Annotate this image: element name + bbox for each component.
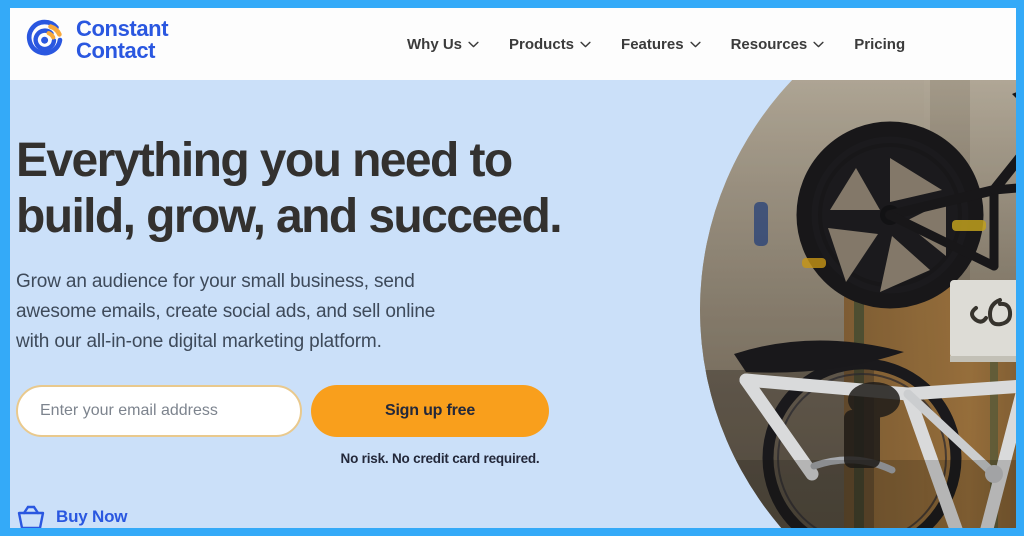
main-navigation: Why Us Products Features Resources Prici… bbox=[392, 32, 920, 57]
buy-now-cta[interactable]: Buy Now bbox=[16, 504, 128, 528]
nav-item-label: Pricing bbox=[854, 36, 906, 53]
nav-item-products[interactable]: Products bbox=[494, 32, 606, 57]
nav-item-resources[interactable]: Resources bbox=[716, 32, 840, 57]
logo-wordmark: Constant Contact bbox=[76, 16, 169, 64]
subheadline-line-2: awesome emails, create social ads, and s… bbox=[16, 300, 436, 322]
nav-item-label: Why Us bbox=[407, 36, 463, 53]
logo-wordmark-line1: Constant bbox=[76, 16, 169, 41]
chevron-down-icon bbox=[468, 41, 479, 48]
headline-line-2: build, grow, and succeed. bbox=[16, 190, 563, 244]
page-title: Everything you need to build, grow, and … bbox=[16, 133, 696, 245]
hero-section: Everything you need to build, grow, and … bbox=[10, 80, 1016, 528]
buy-now-label: Buy Now bbox=[56, 507, 128, 526]
hero-subheadline: Grow an audience for your small business… bbox=[16, 267, 696, 356]
logo[interactable]: Constant Contact bbox=[23, 16, 169, 64]
nav-item-label: Products bbox=[509, 36, 575, 53]
nav-item-features[interactable]: Features bbox=[606, 32, 716, 57]
signup-disclaimer: No risk. No credit card required. bbox=[340, 451, 540, 467]
signup-free-button[interactable]: Sign up free bbox=[311, 385, 549, 438]
hero-image bbox=[700, 80, 1016, 528]
subheadline-line-3: with our all-in-one digital marketing pl… bbox=[16, 330, 382, 352]
constant-contact-swirl-icon bbox=[26, 20, 63, 56]
page-content: Constant Contact Why Us Products Feature… bbox=[10, 8, 1016, 528]
signup-form: Sign up free bbox=[16, 385, 696, 438]
nav-item-label: Resources bbox=[730, 36, 808, 53]
nav-item-why-us[interactable]: Why Us bbox=[392, 32, 494, 57]
chevron-down-icon bbox=[580, 41, 591, 48]
email-input[interactable] bbox=[16, 385, 302, 438]
subheadline-line-1: Grow an audience for your small business… bbox=[16, 271, 415, 293]
nav-item-pricing[interactable]: Pricing bbox=[839, 32, 920, 57]
headline-line-1: Everything you need to bbox=[16, 134, 513, 187]
hero-copy: Everything you need to build, grow, and … bbox=[16, 80, 696, 466]
shopping-basket-icon bbox=[17, 505, 45, 528]
logo-wordmark-line2: Contact bbox=[76, 38, 156, 64]
nav-item-label: Features bbox=[621, 36, 684, 53]
browser-viewport: Constant Contact Why Us Products Feature… bbox=[0, 0, 1024, 536]
bike-shop-photo bbox=[700, 80, 1016, 528]
chevron-down-icon bbox=[813, 41, 824, 48]
site-header: Constant Contact Why Us Products Feature… bbox=[10, 8, 1016, 80]
chevron-down-icon bbox=[689, 41, 701, 48]
